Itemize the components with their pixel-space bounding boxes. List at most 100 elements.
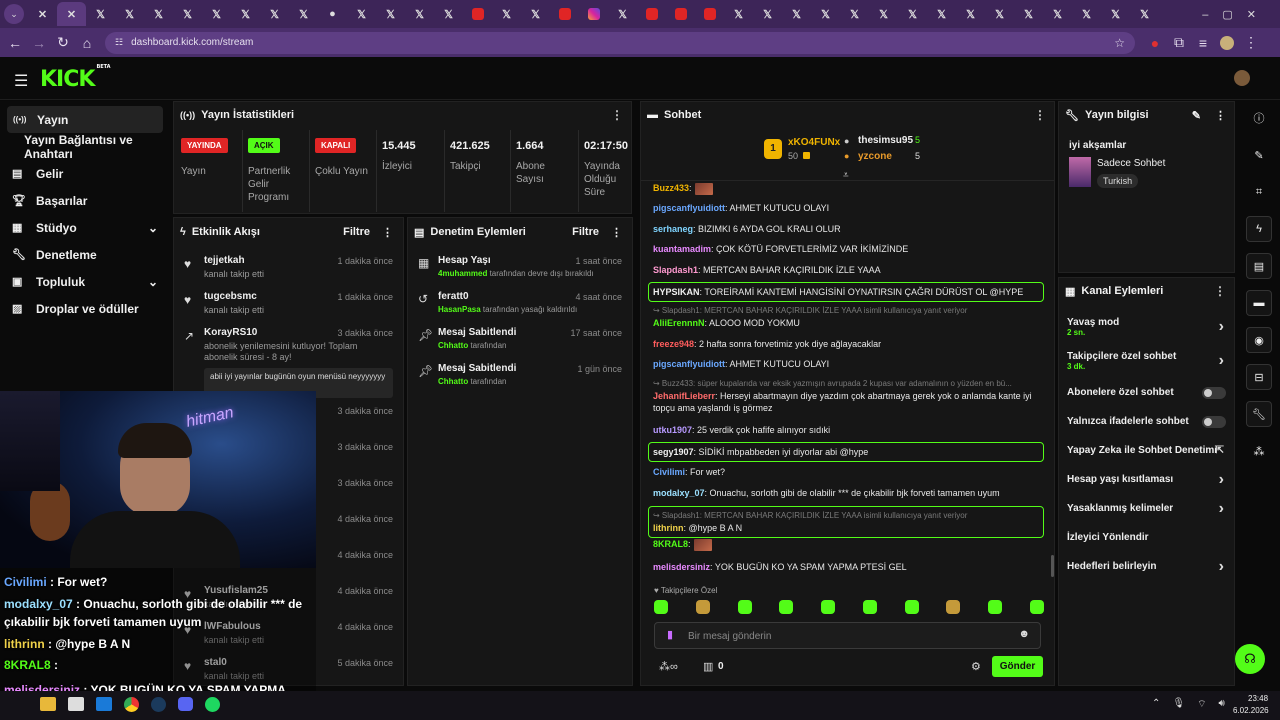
chat-message[interactable]: pigscanflyuidiott: AHMET KUTUCU OLAYI (653, 358, 1048, 370)
chat-username[interactable]: 8KRAL8 (653, 539, 688, 549)
steam-icon[interactable] (151, 697, 166, 712)
user-avatar[interactable] (1234, 70, 1250, 86)
browser-tab[interactable]: 𝕏 (492, 2, 521, 26)
category-name[interactable]: Sadece Sohbet (1097, 158, 1165, 169)
moderation-menu-icon[interactable]: ⋮ (611, 226, 622, 239)
layout-icon[interactable]: ⊟ (1246, 364, 1272, 390)
clock-time[interactable]: 23:48 (1248, 694, 1268, 703)
channel-action-item[interactable]: Takipçilere özel sohbet 3 dk. › (1059, 344, 1234, 378)
channel-action-item[interactable]: İzleyici Yönlendir (1059, 523, 1234, 552)
apps-icon[interactable]: ⁂ (1246, 438, 1272, 464)
wifi-icon[interactable]: ⌔ (1197, 698, 1206, 711)
emote-icon[interactable] (737, 600, 752, 614)
browser-tab[interactable]: 𝕏 (434, 2, 463, 26)
kick-logo[interactable]: KICKBETA (40, 64, 111, 92)
sidebar-item-5[interactable]: 🔧︎ Denetleme (0, 241, 170, 268)
browser-tab[interactable]: 𝕏 (782, 2, 811, 26)
chat-username[interactable]: pigscanflyuidiott (653, 359, 725, 369)
moderation-item[interactable]: 📌︎ Mesaj Sabitlendi Chhatto tarafından 17 s… (408, 324, 632, 360)
browser-tab[interactable]: 𝕏 (289, 2, 318, 26)
chat-username[interactable]: kuantamadim (653, 244, 711, 254)
browser-tab[interactable]: 𝕏 (1014, 2, 1043, 26)
channel-action-item[interactable]: Yalnızca ifadelerle sohbet (1059, 407, 1234, 436)
chat-message[interactable]: freeze948: 2 hafta sonra forvetimiz yok … (653, 338, 1048, 350)
reload-button[interactable]: ↻ (51, 31, 75, 55)
bolt-icon[interactable]: ϟ (1246, 216, 1272, 242)
chat-username[interactable]: pigscanflyuidiott (653, 203, 725, 213)
chat-message[interactable]: Buzz433: (653, 182, 1048, 195)
sidebar-item-2[interactable]: ▤ Gelir (0, 160, 170, 187)
send-button[interactable]: Gönder (992, 656, 1043, 677)
chat-message[interactable]: Slapdash1: MERTCAN BAHAR KAÇIRILDIK İZLE… (653, 264, 1048, 276)
profile-avatar[interactable] (1215, 31, 1239, 55)
channel-action-item[interactable]: Yapay Zeka ile Sohbet Denetimi ⇱ (1059, 436, 1234, 465)
browser-tab[interactable] (695, 2, 724, 26)
info-icon[interactable]: ⓘ (1246, 105, 1272, 131)
browser-tab[interactable]: 𝕏 (840, 2, 869, 26)
browser-tab[interactable]: 𝕏 (521, 2, 550, 26)
chat-username[interactable]: lithrinn (653, 523, 684, 533)
mic-icon[interactable]: ▮ (667, 628, 673, 641)
chat-username[interactable]: melisdersiniz (653, 562, 710, 572)
emote-icon[interactable] (946, 600, 961, 614)
chat-message[interactable]: Civilimi: For wet? (653, 466, 1048, 478)
chat-message[interactable]: segy1907: SİDİKİ mbpabbeden iyi diyorlar… (648, 442, 1044, 462)
browser-tab[interactable]: 𝕏 (608, 2, 637, 26)
browser-tab[interactable] (550, 2, 579, 26)
moderator-name[interactable]: HasanPasa (438, 305, 481, 314)
moderation-item[interactable]: ↺ feratt0 HasanPasa tarafından yasağı kald… (408, 288, 632, 324)
store-icon[interactable] (68, 697, 84, 711)
back-button[interactable]: ← (3, 31, 27, 55)
chat-icon[interactable]: ▬ (1246, 290, 1272, 316)
toggle-switch[interactable] (1202, 386, 1226, 399)
channel-actions-menu-icon[interactable]: ⋮ (1214, 284, 1226, 298)
browser-tab[interactable]: 𝕏 (202, 2, 231, 26)
clock-date[interactable]: 6.02.2026 (1233, 706, 1269, 715)
community-icon[interactable]: ⁂∞ (659, 660, 678, 673)
browser-tab[interactable]: 𝕏 (927, 2, 956, 26)
leader-2-name[interactable]: thesimsu95 (858, 135, 913, 146)
chat-menu-icon[interactable]: ⋮ (1034, 108, 1046, 122)
browser-tab[interactable]: 𝕏 (347, 2, 376, 26)
chat-username[interactable]: modalxy_07 (653, 488, 705, 498)
sidebar-item-4[interactable]: ▦ Stüdyo ⌄ (0, 214, 170, 241)
browser-tab[interactable]: 𝕏 (1072, 2, 1101, 26)
sidebar-item-7[interactable]: ▨ Droplar ve ödüller (0, 295, 170, 322)
chat-username[interactable]: AliiErennnN (653, 318, 705, 328)
toggle-switch[interactable] (1202, 415, 1226, 428)
chat-username[interactable]: JehanifLieberr (653, 391, 715, 401)
emote-icon[interactable] (1029, 600, 1044, 614)
chat-message[interactable]: pigscanflyuidiott: AHMET KUTUCU OLAYI (653, 202, 1048, 214)
browser-tab[interactable]: 𝕏 (811, 2, 840, 26)
emote-icon[interactable] (779, 600, 794, 614)
spotify-icon[interactable] (205, 697, 220, 712)
moderator-name[interactable]: 4muhammed (438, 269, 487, 278)
moderator-name[interactable]: Chhatto (438, 341, 468, 350)
chat-message[interactable]: 8KRAL8: (653, 538, 1048, 551)
chat-message[interactable]: serhaneg: BIZIMKI 6 AYDA GOL KRALI OLUR (653, 223, 1048, 235)
chrome-icon[interactable] (124, 697, 139, 712)
chat-username[interactable]: Slapdash1 (653, 265, 698, 275)
emote-icon[interactable] (862, 600, 877, 614)
browser-tab[interactable] (637, 2, 666, 26)
broadcast-icon[interactable]: ◉ (1246, 327, 1272, 353)
bookmark-star-icon[interactable]: ☆ (1114, 36, 1125, 50)
browser-tab[interactable]: 𝕏 (405, 2, 434, 26)
discord-icon[interactable] (178, 697, 193, 711)
leader-3-name[interactable]: yzcone (858, 151, 892, 162)
mic-tray-icon[interactable]: 🎙︎ (1172, 698, 1185, 711)
browser-tab[interactable]: 𝕏 (115, 2, 144, 26)
menu-icon[interactable]: ⋮ (1239, 31, 1263, 55)
leader-1-name[interactable]: xKO4FUNx (788, 137, 840, 148)
emote-icon[interactable] (904, 600, 919, 614)
activity-menu-icon[interactable]: ⋮ (382, 226, 393, 239)
chat-username[interactable]: HYPSIKAN (653, 287, 700, 297)
site-info-icon[interactable]: ☷ (115, 37, 123, 48)
emote-icon[interactable] (821, 600, 836, 614)
activity-filter-button[interactable]: Filtre (343, 226, 370, 238)
sidebar-item-6[interactable]: ▣ Topluluk ⌄ (0, 268, 170, 295)
moderation-item[interactable]: ▦ Hesap Yaşı 4muhammed tarafından devre dı… (408, 252, 632, 288)
browser-tab[interactable]: 𝕏 (86, 2, 115, 26)
browser-tab[interactable]: 𝕏 (1043, 2, 1072, 26)
browser-tab[interactable]: 𝕏 (1130, 2, 1159, 26)
